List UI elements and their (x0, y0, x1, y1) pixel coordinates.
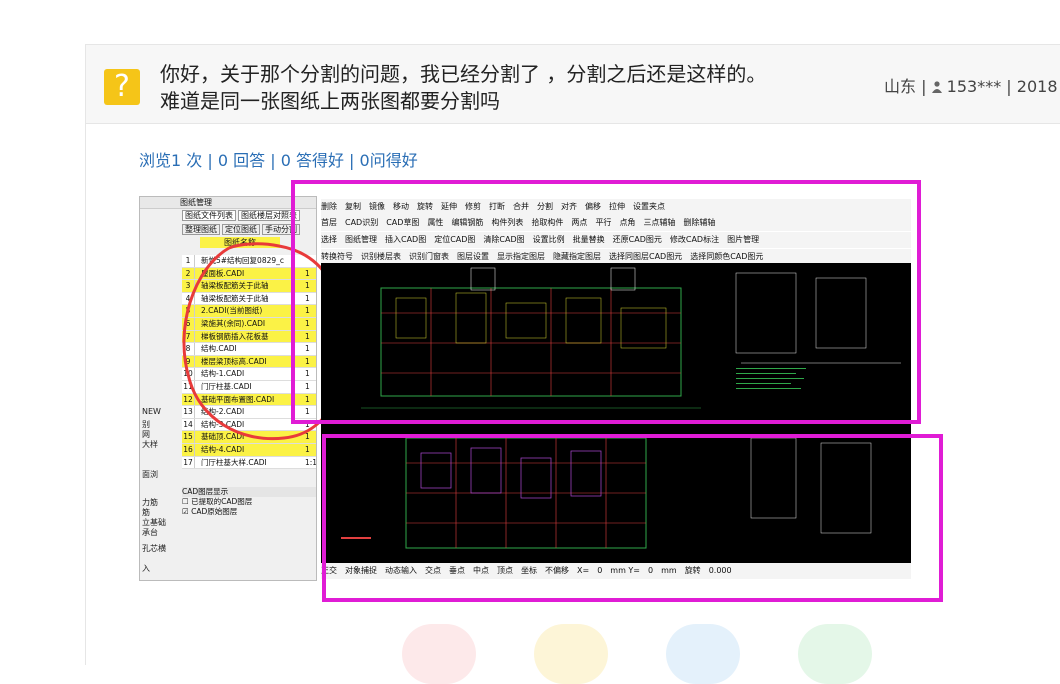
question-title-line1: 你好，关于那个分割的问题，我已经分割了 ，分割之后还是这样的。 (160, 62, 767, 86)
user-icon (931, 81, 942, 93)
layer-panel: CAD图层显示 ☐ 已提取的CAD图层 ☑ CAD原始图层 (182, 487, 316, 517)
layer-original[interactable]: ☑ CAD原始图层 (182, 507, 316, 517)
row-number: 17 (182, 456, 195, 469)
good-answers-count[interactable]: 0 答得好 (281, 151, 344, 170)
date: 2018 (1016, 77, 1058, 96)
question-title: 你好，关于那个分割的问题，我已经分割了 ，分割之后还是这样的。 难道是同一张图纸… (160, 61, 850, 115)
reaction-button-star[interactable] (534, 624, 608, 684)
question-meta: 山东 | 153*** | 2018 (884, 77, 1058, 96)
views-count: 浏览1 次 (139, 151, 203, 170)
table-row[interactable]: 17 门厅柱基大样.CADI 1:1 (182, 456, 316, 470)
row-count: 1:1 (305, 457, 316, 467)
tab-file-list[interactable]: 图纸文件列表 (182, 210, 236, 221)
good-questions-count[interactable]: 0问得好 (360, 151, 418, 170)
question-mark-icon: ? (104, 69, 140, 105)
question-stats: 浏览1 次 | 0 回答 | 0 答得好 | 0问得好 (139, 151, 418, 170)
reaction-button-other[interactable] (798, 624, 872, 684)
username[interactable]: 153*** (947, 77, 1002, 96)
magenta-box-upper (291, 180, 921, 424)
layer-label: 已提取的CAD图层 (191, 497, 253, 506)
organize-button[interactable]: 整理图纸 (182, 224, 220, 235)
side-fragment: 面浏 (142, 470, 158, 479)
side-fragment: 入 (142, 564, 150, 573)
layer-extracted[interactable]: ☐ 已提取的CAD图层 (182, 497, 316, 507)
layer-panel-title: CAD图层显示 (182, 487, 316, 497)
locate-button[interactable]: 定位图纸 (222, 224, 260, 235)
attached-screenshot[interactable]: Q) B) 图纸管理 图纸文件列表图纸楼层对照表 整理图纸定位图纸手动分割 图纸… (139, 180, 943, 602)
side-fragment: 大样 (142, 440, 158, 449)
side-fragment: 承台 (142, 528, 158, 537)
panel-title: 图纸管理 (140, 197, 316, 209)
panel-tabs: 图纸文件列表 图纸楼层对照表 (140, 209, 316, 223)
side-fragment: NEW (142, 407, 161, 416)
question-header: ? 你好，关于那个分割的问题，我已经分割了 ，分割之后还是这样的。 难道是同一张… (86, 45, 1060, 124)
layer-label: CAD原始图层 (191, 507, 238, 516)
answers-count[interactable]: 0 回答 (218, 151, 265, 170)
question-title-line2: 难道是同一张图纸上两张图都要分割吗 (160, 89, 500, 113)
reaction-button-like[interactable] (402, 624, 476, 684)
panel-buttons: 整理图纸 定位图纸 手动分割 (140, 223, 316, 237)
location: 山东 (884, 77, 917, 96)
row-title: 门厅柱基大样.CADI (201, 457, 267, 467)
reaction-button-share[interactable] (666, 624, 740, 684)
side-fragment: 孔芯横 (142, 544, 166, 553)
magenta-box-lower (322, 434, 943, 602)
